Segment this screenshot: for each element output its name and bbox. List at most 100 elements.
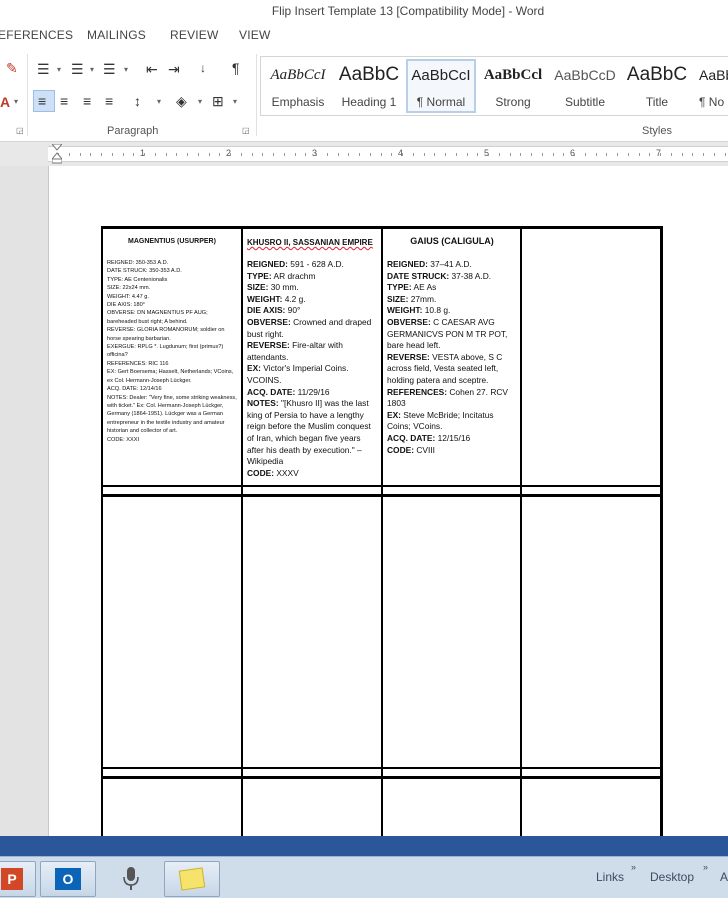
ruler-tick	[477, 153, 479, 156]
ruler-tick	[402, 153, 403, 156]
field-value: 12/15/16	[437, 432, 471, 443]
field-value: XXXV	[276, 467, 299, 478]
coin-card-magnentius[interactable]: MAGNENTIUS (USURPER) REIGNED: 350-353 A.…	[107, 238, 237, 483]
document-page[interactable]: MAGNENTIUS (USURPER) REIGNED: 350-353 A.…	[48, 166, 728, 846]
horizontal-ruler[interactable]: 1 2 3 4 5 6 7	[48, 146, 728, 162]
field-label: DIE AXIS:	[247, 305, 286, 316]
align-center-icon[interactable]: ≡	[60, 93, 68, 109]
ruler-tick	[563, 153, 565, 156]
coin-field: WEIGHT: 10.8 g.	[387, 305, 517, 317]
coin-line: EX: Gert Boersema; Hasselt, Netherlands;…	[107, 369, 234, 384]
line-spacing-dropdown-icon[interactable]: ▾	[157, 97, 161, 106]
decrease-indent-icon[interactable]: ⇤	[146, 61, 158, 77]
field-value: 27mm.	[410, 293, 437, 304]
ribbon-tabs: EFERENCES MAILINGS REVIEW VIEW	[0, 24, 728, 50]
toolbar-address[interactable]: A	[720, 870, 728, 884]
increase-indent-icon[interactable]: ⇥	[168, 61, 180, 77]
ruler-tick	[584, 153, 586, 156]
shading-icon[interactable]: ◈	[176, 93, 187, 109]
field-label: EX:	[247, 363, 261, 374]
coin-field: CODE: CVIII	[387, 445, 517, 457]
ruler-tick	[713, 153, 715, 156]
borders-dropdown-icon[interactable]: ▾	[233, 97, 237, 106]
tab-mailings[interactable]: MAILINGS	[87, 28, 146, 42]
show-formatting-marks-icon[interactable]: ¶	[232, 60, 240, 76]
clear-formatting-icon[interactable]: ✎	[6, 60, 18, 76]
ribbon: ✎ A ▾ ◲ ☰ ▾ ☰ ▾ ☰ ▾ ⇤ ⇥ ↓ ¶ ≡ ≡ ≡ ≡ ↕ ▾ …	[0, 50, 728, 142]
justify-icon[interactable]: ≡	[105, 93, 113, 109]
sort-icon[interactable]: ↓	[200, 60, 206, 76]
ruler-tick	[391, 153, 393, 156]
font-launcher-icon[interactable]: ◲	[16, 126, 24, 135]
chevron-right-icon[interactable]: »	[631, 862, 636, 872]
coin-line: CODE: XXXI	[107, 436, 140, 443]
align-left-icon: ≡	[38, 93, 47, 109]
ruler-tick	[681, 153, 683, 156]
style-sample: AaBbCcl	[483, 67, 543, 83]
tab-references[interactable]: EFERENCES	[0, 28, 73, 42]
coin-line: OBVERSE: DN MAGNENTIUS PF AUG; bareheade…	[107, 310, 208, 325]
outlook-icon: O	[55, 868, 81, 890]
indent-marker-icon[interactable]	[52, 144, 62, 164]
group-separator	[27, 54, 28, 136]
shading-dropdown-icon[interactable]: ▾	[198, 97, 202, 106]
taskbar-powerpoint-button[interactable]: P	[0, 861, 36, 897]
field-label: CODE:	[247, 467, 274, 478]
coin-field: REIGNED: 37–41 A.D.	[387, 259, 517, 271]
bullets-icon[interactable]: ☰	[37, 61, 50, 77]
field-value: 37–41 A.D.	[430, 259, 472, 269]
font-color-dropdown-icon[interactable]: ▾	[14, 97, 18, 106]
toolbar-links[interactable]: Links	[596, 870, 624, 884]
coin-card-khusro[interactable]: KHUSRO II, SASSANIAN EMPIRE REIGNED: 591…	[247, 238, 377, 483]
align-right-icon[interactable]: ≡	[83, 93, 91, 109]
line-spacing-icon[interactable]: ↕	[134, 93, 141, 109]
coin-card-gaius[interactable]: GAIUS (CALIGULA) REIGNED: 37–41 A.D. DAT…	[387, 236, 517, 483]
field-label: ACQ. DATE:	[387, 432, 436, 443]
paragraph-launcher-icon[interactable]: ◲	[242, 126, 250, 135]
ruler-tick	[219, 153, 221, 156]
ruler-tick	[176, 153, 178, 156]
ruler-tick	[670, 153, 672, 156]
field-value: 90°	[287, 305, 301, 316]
coin-title: KHUSRO II, SASSANIAN EMPIRE	[247, 238, 373, 247]
taskbar-outlook-button[interactable]: O	[40, 861, 96, 897]
coin-line: ACQ. DATE: 12/14/16	[107, 386, 162, 393]
multilevel-dropdown-icon[interactable]: ▾	[124, 65, 128, 74]
ruler-tick	[488, 153, 489, 156]
field-value: 37-38 A.D.	[451, 270, 492, 281]
ruler-tick	[423, 153, 425, 156]
multilevel-list-icon[interactable]: ☰	[103, 61, 116, 77]
align-left-button[interactable]: ≡	[33, 90, 55, 112]
font-color-icon[interactable]: A	[0, 94, 10, 110]
style-normal[interactable]: AaBbCcI ¶ Normal	[406, 59, 476, 113]
toolbar-desktop[interactable]: Desktop	[650, 870, 694, 884]
style-subtitle[interactable]: AaBbCcD Subtitle	[550, 59, 620, 113]
style-strong[interactable]: AaBbCcl Strong	[478, 59, 548, 113]
tab-view[interactable]: VIEW	[239, 28, 270, 42]
field-label: REIGNED:	[247, 259, 288, 269]
field-value: AE As	[413, 282, 437, 293]
style-title[interactable]: AaBbC Title	[622, 59, 692, 113]
style-heading-1[interactable]: AaBbC Heading 1	[334, 59, 404, 113]
field-label: TYPE:	[247, 270, 272, 281]
numbering-icon[interactable]: ☰	[71, 61, 84, 77]
style-no-spacing[interactable]: AaBb ¶ No S	[693, 59, 728, 113]
numbering-dropdown-icon[interactable]: ▾	[90, 65, 94, 74]
ruler-tick	[208, 153, 210, 156]
document-area: MAGNENTIUS (USURPER) REIGNED: 350-353 A.…	[0, 166, 728, 846]
taskbar-sticky-notes-button[interactable]	[164, 861, 220, 897]
style-emphasis[interactable]: AaBbCcI Emphasis	[263, 59, 333, 113]
coin-field: SIZE: 30 mm.	[247, 282, 377, 294]
ruler-tick	[412, 153, 414, 156]
borders-icon[interactable]: ⊞	[212, 93, 224, 109]
coin-line: EXERGUE: RPLG *. Lugdunum; first (primus…	[107, 344, 224, 359]
microphone-icon[interactable]	[121, 866, 141, 892]
tab-review[interactable]: REVIEW	[170, 28, 219, 42]
ruler-tick	[111, 153, 113, 156]
bullets-dropdown-icon[interactable]: ▾	[57, 65, 61, 74]
field-value: 11/29/16	[297, 386, 330, 397]
chevron-right-icon[interactable]: »	[703, 862, 708, 872]
coin-field: ACQ. DATE: 12/15/16	[387, 433, 517, 445]
window-title: Flip Insert Template 13 [Compatibility M…	[271, 4, 545, 18]
ruler-tick	[703, 153, 704, 156]
